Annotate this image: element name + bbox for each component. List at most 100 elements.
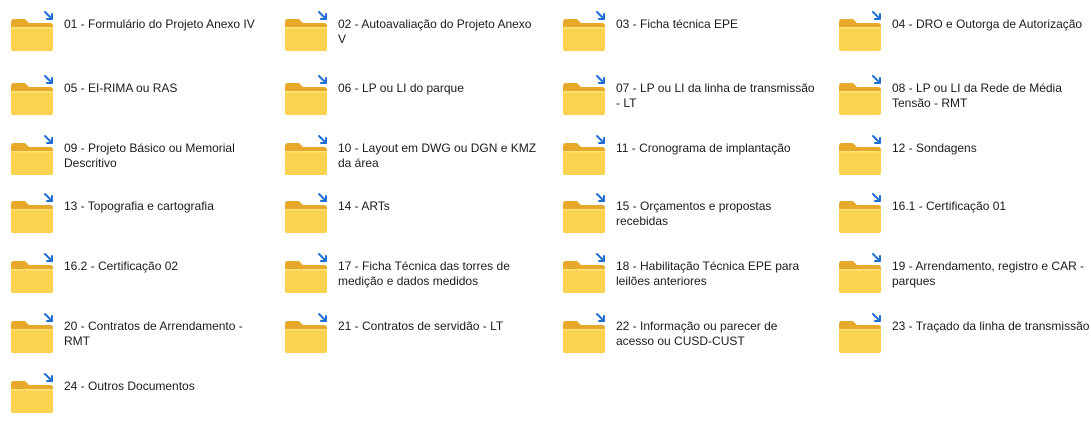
folder-item[interactable]: 21 - Contratos de servidão - LT xyxy=(274,310,544,366)
shortcut-folder-icon[interactable] xyxy=(8,312,56,356)
folder-name[interactable]: 06 - LP ou LI do parque xyxy=(338,81,538,96)
shortcut-arrow-icon xyxy=(596,75,605,84)
folder-front xyxy=(563,151,605,175)
shortcut-folder-icon[interactable] xyxy=(8,10,56,54)
folder-item[interactable]: 08 - LP ou LI da Rede de Média Tensão - … xyxy=(828,72,1091,128)
folder-name[interactable]: 08 - LP ou LI da Rede de Média Tensão - … xyxy=(892,81,1091,111)
shortcut-arrow-icon xyxy=(318,75,327,84)
folder-name[interactable]: 20 - Contratos de Arrendamento - RMT xyxy=(64,319,264,349)
shortcut-arrow-icon xyxy=(872,75,881,84)
folder-item[interactable]: 16.2 - Certificação 02 xyxy=(0,250,270,306)
shortcut-folder-icon[interactable] xyxy=(836,252,884,296)
shortcut-folder-icon[interactable] xyxy=(8,74,56,118)
folder-item[interactable]: 12 - Sondagens xyxy=(828,132,1091,188)
folder-name[interactable]: 11 - Cronograma de implantação xyxy=(616,141,816,156)
shortcut-folder-icon[interactable] xyxy=(560,134,608,178)
folder-item[interactable]: 06 - LP ou LI do parque xyxy=(274,72,544,128)
shortcut-folder-icon[interactable] xyxy=(836,312,884,356)
folder-item[interactable]: 13 - Topografia e cartografia xyxy=(0,190,270,246)
shortcut-folder-icon[interactable] xyxy=(282,74,330,118)
shortcut-folder-icon[interactable] xyxy=(282,252,330,296)
shortcut-folder-icon[interactable] xyxy=(282,192,330,236)
folder-item[interactable]: 18 - Habilitação Técnica EPE para leilõe… xyxy=(552,250,822,306)
shortcut-arrow-icon xyxy=(44,75,53,84)
shortcut-folder-icon[interactable] xyxy=(560,312,608,356)
folder-item[interactable]: 11 - Cronograma de implantação xyxy=(552,132,822,188)
folder-highlight xyxy=(839,27,881,29)
folder-name[interactable]: 04 - DRO e Outorga de Autorização xyxy=(892,17,1091,32)
folder-name[interactable]: 07 - LP ou LI da linha de transmissão - … xyxy=(616,81,816,111)
folder-item[interactable]: 22 - Informação ou parecer de acesso ou … xyxy=(552,310,822,366)
folder-name[interactable]: 05 - EI-RIMA ou RAS xyxy=(64,81,264,96)
shortcut-folder-icon[interactable] xyxy=(560,10,608,54)
folder-item[interactable]: 16.1 - Certificação 01 xyxy=(828,190,1091,246)
folder-item[interactable]: 24 - Outros Documentos xyxy=(0,370,270,426)
folder-name[interactable]: 12 - Sondagens xyxy=(892,141,1091,156)
folder-item[interactable]: 04 - DRO e Outorga de Autorização xyxy=(828,8,1091,64)
folder-item[interactable]: 03 - Ficha técnica EPE xyxy=(552,8,822,64)
shortcut-folder-icon[interactable] xyxy=(560,74,608,118)
folder-name[interactable]: 24 - Outros Documentos xyxy=(64,379,264,394)
folder-shape xyxy=(839,75,881,115)
shortcut-arrow-icon xyxy=(44,193,53,202)
folder-item[interactable]: 07 - LP ou LI da linha de transmissão - … xyxy=(552,72,822,128)
folder-name[interactable]: 14 - ARTs xyxy=(338,199,538,214)
folder-front xyxy=(839,27,881,51)
folder-name[interactable]: 03 - Ficha técnica EPE xyxy=(616,17,816,32)
folder-item[interactable]: 20 - Contratos de Arrendamento - RMT xyxy=(0,310,270,366)
folder-name[interactable]: 16.2 - Certificação 02 xyxy=(64,259,264,274)
shortcut-folder-icon[interactable] xyxy=(836,74,884,118)
shortcut-folder-icon[interactable] xyxy=(282,10,330,54)
shortcut-folder-icon[interactable] xyxy=(560,252,608,296)
folder-name[interactable]: 16.1 - Certificação 01 xyxy=(892,199,1091,214)
folder-item[interactable]: 15 - Orçamentos e propostas recebidas xyxy=(552,190,822,246)
folder-name[interactable]: 21 - Contratos de servidão - LT xyxy=(338,319,538,334)
folder-shape xyxy=(563,313,605,353)
folder-item[interactable]: 02 - Autoavaliação do Projeto Anexo V xyxy=(274,8,544,64)
shortcut-folder-icon[interactable] xyxy=(8,372,56,416)
folder-highlight xyxy=(839,269,881,271)
folder-item[interactable]: 05 - EI-RIMA ou RAS xyxy=(0,72,270,128)
folder-front xyxy=(563,269,605,293)
shortcut-folder-icon[interactable] xyxy=(8,252,56,296)
folder-shape xyxy=(11,75,53,115)
folder-front xyxy=(839,91,881,115)
folder-highlight xyxy=(563,209,605,211)
folder-front xyxy=(11,389,53,413)
folder-item[interactable]: 14 - ARTs xyxy=(274,190,544,246)
shortcut-folder-icon[interactable] xyxy=(836,10,884,54)
folder-highlight xyxy=(563,329,605,331)
folder-name[interactable]: 19 - Arrendamento, registro e CAR - parq… xyxy=(892,259,1091,289)
folder-item[interactable]: 01 - Formulário do Projeto Anexo IV xyxy=(0,8,270,64)
shortcut-folder-icon[interactable] xyxy=(282,134,330,178)
folder-item[interactable]: 19 - Arrendamento, registro e CAR - parq… xyxy=(828,250,1091,306)
folder-highlight xyxy=(839,91,881,93)
folder-name[interactable]: 23 - Traçado da linha de transmissão xyxy=(892,319,1091,334)
folder-front xyxy=(11,209,53,233)
shortcut-folder-icon[interactable] xyxy=(836,134,884,178)
shortcut-folder-icon[interactable] xyxy=(8,134,56,178)
folder-highlight xyxy=(11,209,53,211)
shortcut-folder-icon[interactable] xyxy=(836,192,884,236)
folder-name[interactable]: 15 - Orçamentos e propostas recebidas xyxy=(616,199,816,229)
folder-name[interactable]: 02 - Autoavaliação do Projeto Anexo V xyxy=(338,17,538,47)
folder-name[interactable]: 09 - Projeto Básico ou Memorial Descriti… xyxy=(64,141,264,171)
folder-shape xyxy=(839,193,881,233)
shortcut-arrow-icon xyxy=(596,313,605,322)
folder-item[interactable]: 10 - Layout em DWG ou DGN e KMZ da área xyxy=(274,132,544,188)
folder-name[interactable]: 01 - Formulário do Projeto Anexo IV xyxy=(64,17,264,32)
shortcut-folder-icon[interactable] xyxy=(560,192,608,236)
folder-name[interactable]: 10 - Layout em DWG ou DGN e KMZ da área xyxy=(338,141,538,171)
folder-name[interactable]: 22 - Informação ou parecer de acesso ou … xyxy=(616,319,816,349)
folder-name[interactable]: 18 - Habilitação Técnica EPE para leilõe… xyxy=(616,259,816,289)
shortcut-folder-icon[interactable] xyxy=(282,312,330,356)
folder-highlight xyxy=(11,389,53,391)
folder-item[interactable]: 23 - Traçado da linha de transmissão xyxy=(828,310,1091,366)
folder-highlight xyxy=(11,329,53,331)
folder-name[interactable]: 13 - Topografia e cartografia xyxy=(64,199,264,214)
folder-item[interactable]: 09 - Projeto Básico ou Memorial Descriti… xyxy=(0,132,270,188)
folder-shape xyxy=(11,313,53,353)
shortcut-folder-icon[interactable] xyxy=(8,192,56,236)
folder-name[interactable]: 17 - Ficha Técnica das torres de medição… xyxy=(338,259,538,289)
folder-item[interactable]: 17 - Ficha Técnica das torres de medição… xyxy=(274,250,544,306)
